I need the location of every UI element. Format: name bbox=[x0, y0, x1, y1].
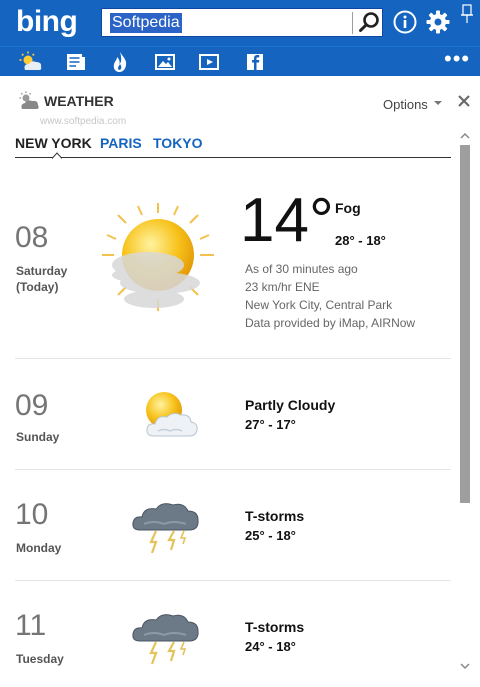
search-icon[interactable] bbox=[356, 9, 383, 36]
watermark-text: www.softpedia.com bbox=[40, 116, 127, 127]
today-data-provider: Data provided by iMap, AIRNow bbox=[245, 316, 416, 330]
active-tab-indicator bbox=[52, 152, 62, 159]
news-icon[interactable] bbox=[64, 51, 88, 73]
tab-icon-bar: ••• bbox=[0, 46, 480, 76]
facebook-icon[interactable] bbox=[243, 51, 267, 73]
chevron-down-icon[interactable] bbox=[459, 661, 471, 671]
more-button[interactable]: ••• bbox=[444, 48, 470, 70]
trending-icon[interactable] bbox=[108, 51, 132, 73]
options-menu[interactable]: Options bbox=[383, 97, 428, 112]
today-day-name: Saturday bbox=[16, 264, 68, 278]
chevron-down-icon[interactable] bbox=[433, 99, 443, 107]
search-divider bbox=[352, 12, 353, 34]
today-updated: As of 30 minutes ago bbox=[245, 262, 358, 276]
thunderstorm-icon bbox=[132, 614, 199, 665]
today-day-sub: (Today) bbox=[16, 280, 59, 294]
weather-title: WEATHER bbox=[44, 93, 114, 109]
weather-panel: WEATHER www.softpedia.com Options NEW YO… bbox=[0, 76, 480, 687]
day-number: 09 bbox=[15, 389, 49, 422]
tab-new-york[interactable]: NEW YORK bbox=[15, 135, 92, 151]
tab-tokyo[interactable]: TOKYO bbox=[153, 135, 203, 151]
day-condition: T-storms bbox=[245, 508, 305, 524]
search-selected-text: Softpedia bbox=[110, 13, 182, 33]
day-temp-range: 24° - 18° bbox=[245, 639, 296, 654]
video-icon[interactable] bbox=[197, 51, 221, 73]
forecast-day: 11 Tuesday T-storms 24° - 18° bbox=[15, 581, 451, 687]
search-box[interactable]: Softpedia bbox=[101, 8, 383, 37]
forecast-day: 09 Sunday Partly Cloudy 27° - 17° bbox=[15, 359, 451, 469]
day-condition: Partly Cloudy bbox=[245, 397, 336, 413]
day-name: Monday bbox=[16, 541, 62, 555]
bing-app-window: bing Softpedia Softpedia ••• WEATHER www… bbox=[0, 0, 480, 687]
today-location: New York City, Central Park bbox=[245, 298, 393, 312]
pin-icon[interactable] bbox=[459, 4, 475, 24]
today-temperature: 14° bbox=[240, 186, 334, 255]
top-bar: bing Softpedia bbox=[0, 0, 480, 46]
weather-app-icon bbox=[19, 91, 39, 109]
day-temp-range: 27° - 17° bbox=[245, 417, 296, 432]
city-tabs: NEW YORK PARIS TOKYO bbox=[15, 132, 451, 159]
day-number: 10 bbox=[15, 498, 49, 531]
bing-logo[interactable]: bing bbox=[16, 5, 78, 39]
day-temp-range: 25° - 18° bbox=[245, 528, 296, 543]
tab-paris[interactable]: PARIS bbox=[100, 135, 142, 151]
today-forecast: 08 Saturday (Today) 14° Fog 28° - 18° As… bbox=[15, 188, 451, 358]
chevron-up-icon[interactable] bbox=[459, 131, 471, 141]
day-number: 11 bbox=[15, 609, 47, 642]
thunderstorm-icon bbox=[132, 503, 199, 554]
today-day-number: 08 bbox=[15, 221, 49, 254]
today-wind: 23 km/hr ENE bbox=[245, 280, 320, 294]
close-icon[interactable] bbox=[457, 94, 471, 108]
day-condition: T-storms bbox=[245, 619, 305, 635]
scrollbar-thumb[interactable] bbox=[460, 145, 470, 503]
today-temp-range: 28° - 18° bbox=[335, 233, 386, 248]
gear-icon[interactable] bbox=[425, 9, 451, 35]
sun-fog-icon bbox=[102, 203, 214, 311]
today-condition: Fog bbox=[335, 200, 361, 216]
weather-icon[interactable] bbox=[19, 51, 43, 73]
day-name: Tuesday bbox=[16, 652, 64, 666]
partly-cloudy-icon bbox=[146, 392, 198, 437]
scrollbar[interactable] bbox=[459, 131, 471, 675]
images-icon[interactable] bbox=[153, 51, 177, 73]
info-icon[interactable] bbox=[392, 9, 418, 35]
forecast-day: 10 Monday T-storms 25° - 18° bbox=[15, 470, 451, 580]
day-name: Sunday bbox=[16, 430, 60, 444]
